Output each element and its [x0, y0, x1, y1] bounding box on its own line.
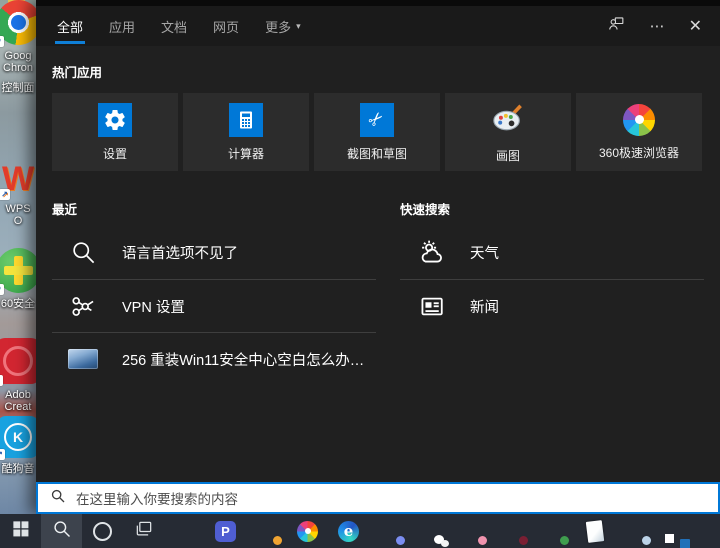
tab-label: 文档: [161, 19, 188, 35]
taskbar-button-chrome-2[interactable]: [246, 514, 287, 548]
video-thumb-icon: [68, 349, 98, 369]
taskbar-button-chrome-3[interactable]: [369, 514, 410, 548]
chevron-down-icon: ▾: [296, 20, 301, 31]
adobecc-icon: ↗: [0, 338, 36, 386]
recent-item[interactable]: 语言首选项不见了: [52, 226, 376, 279]
tab[interactable]: 更多 ▾: [265, 6, 301, 46]
profile-badge: [519, 536, 528, 545]
taskbar-button-notepad[interactable]: [574, 514, 615, 548]
news-icon: [416, 292, 446, 321]
tab[interactable]: 应用: [109, 6, 135, 46]
task-view-icon: [134, 519, 154, 544]
taskbar-button-chrome-5[interactable]: [492, 514, 533, 548]
quick-search-section: 快速搜索 天气 新闻: [400, 199, 704, 385]
wps-icon: W ↗: [0, 160, 34, 200]
start-icon: [11, 519, 30, 543]
calculator-icon: [229, 102, 263, 137]
desktop-icon-control-panel[interactable]: 控制面: [0, 82, 36, 94]
search-input[interactable]: 在这里输入你要搜索的内容: [36, 482, 720, 514]
taskbar-button-edge[interactable]: e: [328, 514, 369, 548]
desktop-icon-adobe-creative-cloud[interactable]: ↗ Adob Creat: [0, 338, 36, 413]
taskbar-button-task-view[interactable]: [123, 514, 164, 548]
cortana-icon: [93, 521, 112, 541]
weather-icon: [416, 238, 446, 267]
taskbar-button-search[interactable]: [41, 514, 82, 548]
taskbar-button-cortana[interactable]: [82, 514, 123, 548]
taskbar-button-chrome-4[interactable]: [451, 514, 492, 548]
topbar-actions: ⋯ ✕: [607, 6, 702, 46]
search-placeholder: 在这里输入你要搜索的内容: [76, 492, 238, 507]
pinwheel-icon: [623, 103, 655, 136]
kugou-icon: K↗: [0, 416, 36, 460]
tb-search-icon: [52, 519, 72, 544]
recent-header: 最近: [52, 203, 78, 217]
taskbar: P e: [0, 514, 720, 548]
taskbar-button-wechat[interactable]: [410, 514, 451, 548]
search-icon: [68, 239, 98, 266]
notepad-icon: [585, 519, 604, 543]
snip-icon: ✂: [360, 102, 394, 137]
profile-badge: [560, 536, 569, 545]
taskbar-button-blue-p-app[interactable]: P: [205, 514, 246, 548]
hot-apps-header: 热门应用: [52, 66, 103, 80]
settings-icon: [98, 102, 132, 137]
blue-p-icon: P: [215, 520, 236, 542]
desktop-icon-360-safe[interactable]: ↗ 60安全: [0, 248, 36, 310]
results-columns: 最近 语言首选项不见了 VPN 设置 256 重装Win11安全中心空白怎么办视…: [52, 199, 704, 385]
quick-search-item[interactable]: 新闻: [400, 279, 704, 332]
vpn-icon: [68, 293, 98, 320]
tab-bar: 全部 应用 文档 网页 更多 ▾ ⋯ ✕: [36, 0, 720, 46]
taskbar-button-chrome-7[interactable]: [615, 514, 656, 548]
desktop-icon-kugou[interactable]: K↗ 酷狗音: [0, 416, 36, 475]
recent-list: 语言首选项不见了 VPN 设置 256 重装Win11安全中心空白怎么办视...: [52, 226, 376, 385]
profile-badge: [273, 536, 282, 545]
edge-icon: e: [338, 520, 359, 542]
account-icon[interactable]: [607, 14, 626, 38]
tab-label: 应用: [109, 19, 136, 35]
tabs: 全部 应用 文档 网页 更多 ▾: [54, 6, 327, 46]
more-options-icon[interactable]: ⋯: [650, 19, 665, 34]
hot-app-tile[interactable]: ✂ 截图和草图: [314, 93, 440, 171]
hot-app-tile[interactable]: 设置: [52, 93, 178, 171]
chrome-big-icon: ↗: [0, 0, 36, 47]
safe360-icon: ↗: [0, 248, 36, 295]
hot-app-tile[interactable]: 360极速浏览器: [576, 93, 702, 171]
quick-search-header: 快速搜索: [400, 203, 451, 217]
taskbar-button-start[interactable]: [0, 514, 41, 548]
tab-label: 更多: [265, 19, 292, 35]
pinwheel-sm-icon: [297, 520, 318, 542]
quick-search-item[interactable]: 天气: [400, 226, 704, 279]
profile-badge: [396, 536, 405, 545]
profile-badge: [642, 536, 651, 545]
desktop-strip: 控制面 W↗ WPS O ↗ 60安全 ↗ Adob Creat K↗ 酷狗音 …: [0, 0, 36, 514]
taskbar-button-chrome-6[interactable]: [533, 514, 574, 548]
tab[interactable]: 全部: [54, 6, 86, 46]
tab-label: 全部: [57, 19, 84, 35]
windows-search-screen: 控制面 W↗ WPS O ↗ 60安全 ↗ Adob Creat K↗ 酷狗音 …: [0, 0, 720, 548]
taskbar-button-vmware[interactable]: [656, 514, 697, 548]
tab-label: 网页: [213, 19, 240, 35]
taskbar-button-chrome-1[interactable]: [164, 514, 205, 548]
tab[interactable]: 网页: [213, 6, 239, 46]
recent-section: 最近 语言首选项不见了 VPN 设置 256 重装Win11安全中心空白怎么办视…: [52, 199, 376, 385]
search-panel: 全部 应用 文档 网页 更多 ▾ ⋯ ✕ 热门应用 设置 计算器 ✂ 截图和草图…: [36, 0, 720, 514]
desktop-icon-google-chrome[interactable]: ↗ Goog Chron: [0, 0, 36, 74]
close-icon[interactable]: ✕: [689, 18, 702, 34]
profile-badge: [478, 536, 487, 545]
tab[interactable]: 文档: [161, 6, 187, 46]
paint-icon: [491, 100, 525, 139]
recent-item[interactable]: VPN 设置: [52, 279, 376, 332]
hot-app-tile[interactable]: 画图: [445, 93, 571, 171]
quick-search-list: 天气 新闻: [400, 226, 704, 332]
hot-apps-row: 设置 计算器 ✂ 截图和草图 画图 360极速浏览器: [52, 93, 704, 171]
hot-app-tile[interactable]: 计算器: [183, 93, 309, 171]
desktop-icon-wps-office[interactable]: W ↗ WPS O: [0, 160, 36, 227]
recent-item[interactable]: 256 重装Win11安全中心空白怎么办视...: [52, 332, 376, 385]
search-icon: [50, 488, 66, 509]
taskbar-button-360-browser[interactable]: [287, 514, 328, 548]
